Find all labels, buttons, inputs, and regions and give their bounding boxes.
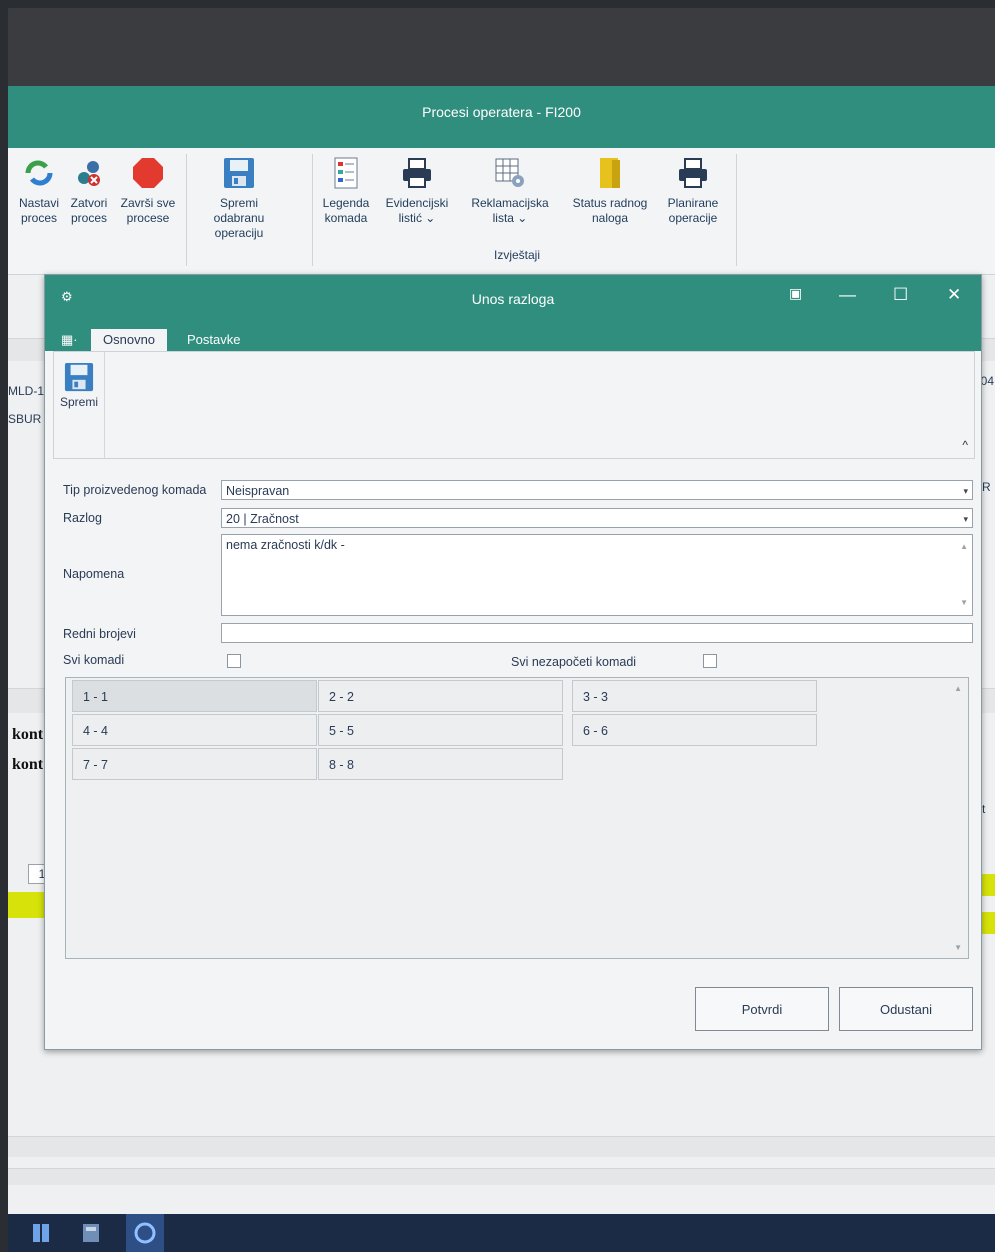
folder-icon bbox=[594, 156, 626, 190]
zavrsi-sve-procese-button[interactable]: Završi sve procese bbox=[116, 156, 180, 226]
piece-cell[interactable]: 1 - 1 bbox=[72, 680, 317, 712]
scroll-up-icon[interactable]: ▲ bbox=[954, 684, 962, 693]
screen: Procesi operatera - FI200 Nastavi proces… bbox=[8, 8, 995, 1252]
potvrdi-button[interactable]: Potvrdi bbox=[695, 987, 829, 1031]
piece-cell[interactable]: 7 - 7 bbox=[72, 748, 317, 780]
redni-input[interactable] bbox=[221, 623, 973, 643]
redni-label: Redni brojevi bbox=[63, 627, 136, 641]
evidencijski-listic-button[interactable]: Evidencijski listić ⌄ bbox=[378, 156, 456, 226]
svi-nezapoceti-checkbox[interactable] bbox=[703, 654, 717, 668]
tab-postavke[interactable]: Postavke bbox=[175, 329, 252, 351]
report-grid-icon bbox=[494, 156, 526, 190]
save-button[interactable]: Spremi bbox=[60, 362, 98, 409]
main-ribbon: Nastavi proces Zatvori proces Završi sve… bbox=[8, 148, 995, 275]
svi-komadi-label: Svi komadi bbox=[63, 653, 125, 667]
printer-icon bbox=[677, 156, 709, 190]
razlog-label: Razlog bbox=[63, 511, 102, 525]
piece-cell[interactable]: 8 - 8 bbox=[318, 748, 563, 780]
save-icon bbox=[223, 156, 255, 190]
razlog-select[interactable]: 20 | Zračnost ▾ bbox=[221, 508, 973, 528]
scroll-down-icon[interactable]: ▼ bbox=[954, 943, 962, 952]
svi-komadi-checkbox[interactable] bbox=[227, 654, 241, 668]
background-code: SBUR bbox=[8, 412, 42, 426]
scroll-up-icon[interactable]: ▲ bbox=[960, 539, 968, 555]
pieces-grid: 1 - 1 2 - 2 3 - 3 4 - 4 5 - 5 6 - 6 7 - … bbox=[65, 677, 969, 959]
tab-osnovno[interactable]: Osnovno bbox=[91, 329, 168, 351]
piece-cell[interactable]: 2 - 2 bbox=[318, 680, 563, 712]
dialog-ribbon-tabs: ▦· Osnovno Postavke bbox=[45, 327, 981, 351]
ribbon-separator bbox=[186, 154, 187, 266]
ribbon-separator bbox=[736, 154, 737, 266]
svi-nezapoceti-label: Svi nezapočeti komadi bbox=[511, 655, 637, 669]
tip-label: Tip proizvedenog komada bbox=[63, 483, 207, 497]
calculator-icon[interactable] bbox=[80, 1222, 102, 1244]
background-row-label: kont bbox=[12, 726, 44, 743]
main-window-titlebar: Procesi operatera - FI200 bbox=[8, 86, 995, 148]
scroll-down-icon[interactable]: ▼ bbox=[960, 595, 968, 611]
chevron-down-icon: ▾ bbox=[963, 486, 968, 496]
napomena-value: nema zračnosti k/dk - bbox=[226, 538, 345, 552]
background-footer-strip bbox=[8, 1168, 995, 1185]
collapse-ribbon-icon[interactable]: ^ bbox=[962, 438, 968, 452]
chevron-down-icon: ▾ bbox=[963, 514, 968, 524]
napomena-label: Napomena bbox=[63, 567, 125, 581]
piece-cell[interactable]: 6 - 6 bbox=[572, 714, 817, 746]
piece-cell[interactable]: 3 - 3 bbox=[572, 680, 817, 712]
piece-cell[interactable]: 5 - 5 bbox=[318, 714, 563, 746]
taskbar bbox=[8, 1214, 995, 1252]
reklamacijska-lista-button[interactable]: Reklamacijska lista ⌄ bbox=[460, 156, 560, 226]
legenda-komada-button[interactable]: Legenda komada bbox=[318, 156, 374, 226]
close-process-icon bbox=[73, 156, 105, 190]
planirane-operacije-button[interactable]: Planirane operacije bbox=[658, 156, 728, 226]
printer-icon bbox=[401, 156, 433, 190]
refresh-icon[interactable] bbox=[126, 1214, 164, 1252]
dialog-ribbon: Spremi ^ bbox=[53, 351, 975, 459]
stop-icon bbox=[132, 156, 164, 190]
odustani-button[interactable]: Odustani bbox=[839, 987, 973, 1031]
napomena-textarea[interactable]: nema zračnosti k/dk - ▲ ▼ bbox=[221, 534, 973, 616]
tip-value: Neispravan bbox=[226, 484, 290, 498]
ribbon-separator bbox=[312, 154, 313, 266]
unos-razloga-dialog: ⚙ Unos razloga ▣ — ☐ ✕ ▦· Osnovno Postav… bbox=[44, 274, 982, 1050]
save-label: Spremi bbox=[60, 395, 99, 409]
ribbon-separator bbox=[104, 352, 105, 458]
nastavi-proces-button[interactable]: Nastavi proces bbox=[14, 156, 64, 226]
razlog-value: 20 | Zračnost bbox=[226, 512, 299, 526]
monitor-bezel bbox=[8, 8, 995, 86]
restore-layout-icon[interactable]: ▣ bbox=[789, 285, 802, 302]
legend-icon bbox=[330, 156, 362, 190]
ribbon-group-label: Izvještaji bbox=[494, 248, 541, 262]
background-code: MLD-1 bbox=[8, 384, 45, 398]
app-menu-icon[interactable]: ▦· bbox=[55, 329, 84, 351]
background-footer-strip bbox=[8, 1136, 995, 1157]
status-radnog-naloga-button[interactable]: Status radnog naloga bbox=[564, 156, 656, 226]
spremi-odabranu-operaciju-button[interactable]: Spremi odabranu operaciju bbox=[194, 156, 284, 241]
save-icon bbox=[60, 362, 98, 395]
zatvori-proces-button[interactable]: Zatvori proces bbox=[66, 156, 112, 226]
window-title: Procesi operatera - FI200 bbox=[422, 104, 581, 120]
dialog-titlebar: ⚙ Unos razloga ▣ — ☐ ✕ bbox=[45, 275, 981, 327]
maximize-button[interactable]: ☐ bbox=[893, 285, 908, 305]
refresh-icon bbox=[23, 156, 55, 190]
minimize-button[interactable]: — bbox=[839, 285, 856, 305]
close-button[interactable]: ✕ bbox=[947, 285, 961, 305]
background-row-label: kont bbox=[12, 756, 44, 773]
piece-cell[interactable]: 4 - 4 bbox=[72, 714, 317, 746]
app-icon[interactable] bbox=[30, 1222, 52, 1244]
tip-select[interactable]: Neispravan ▾ bbox=[221, 480, 973, 500]
